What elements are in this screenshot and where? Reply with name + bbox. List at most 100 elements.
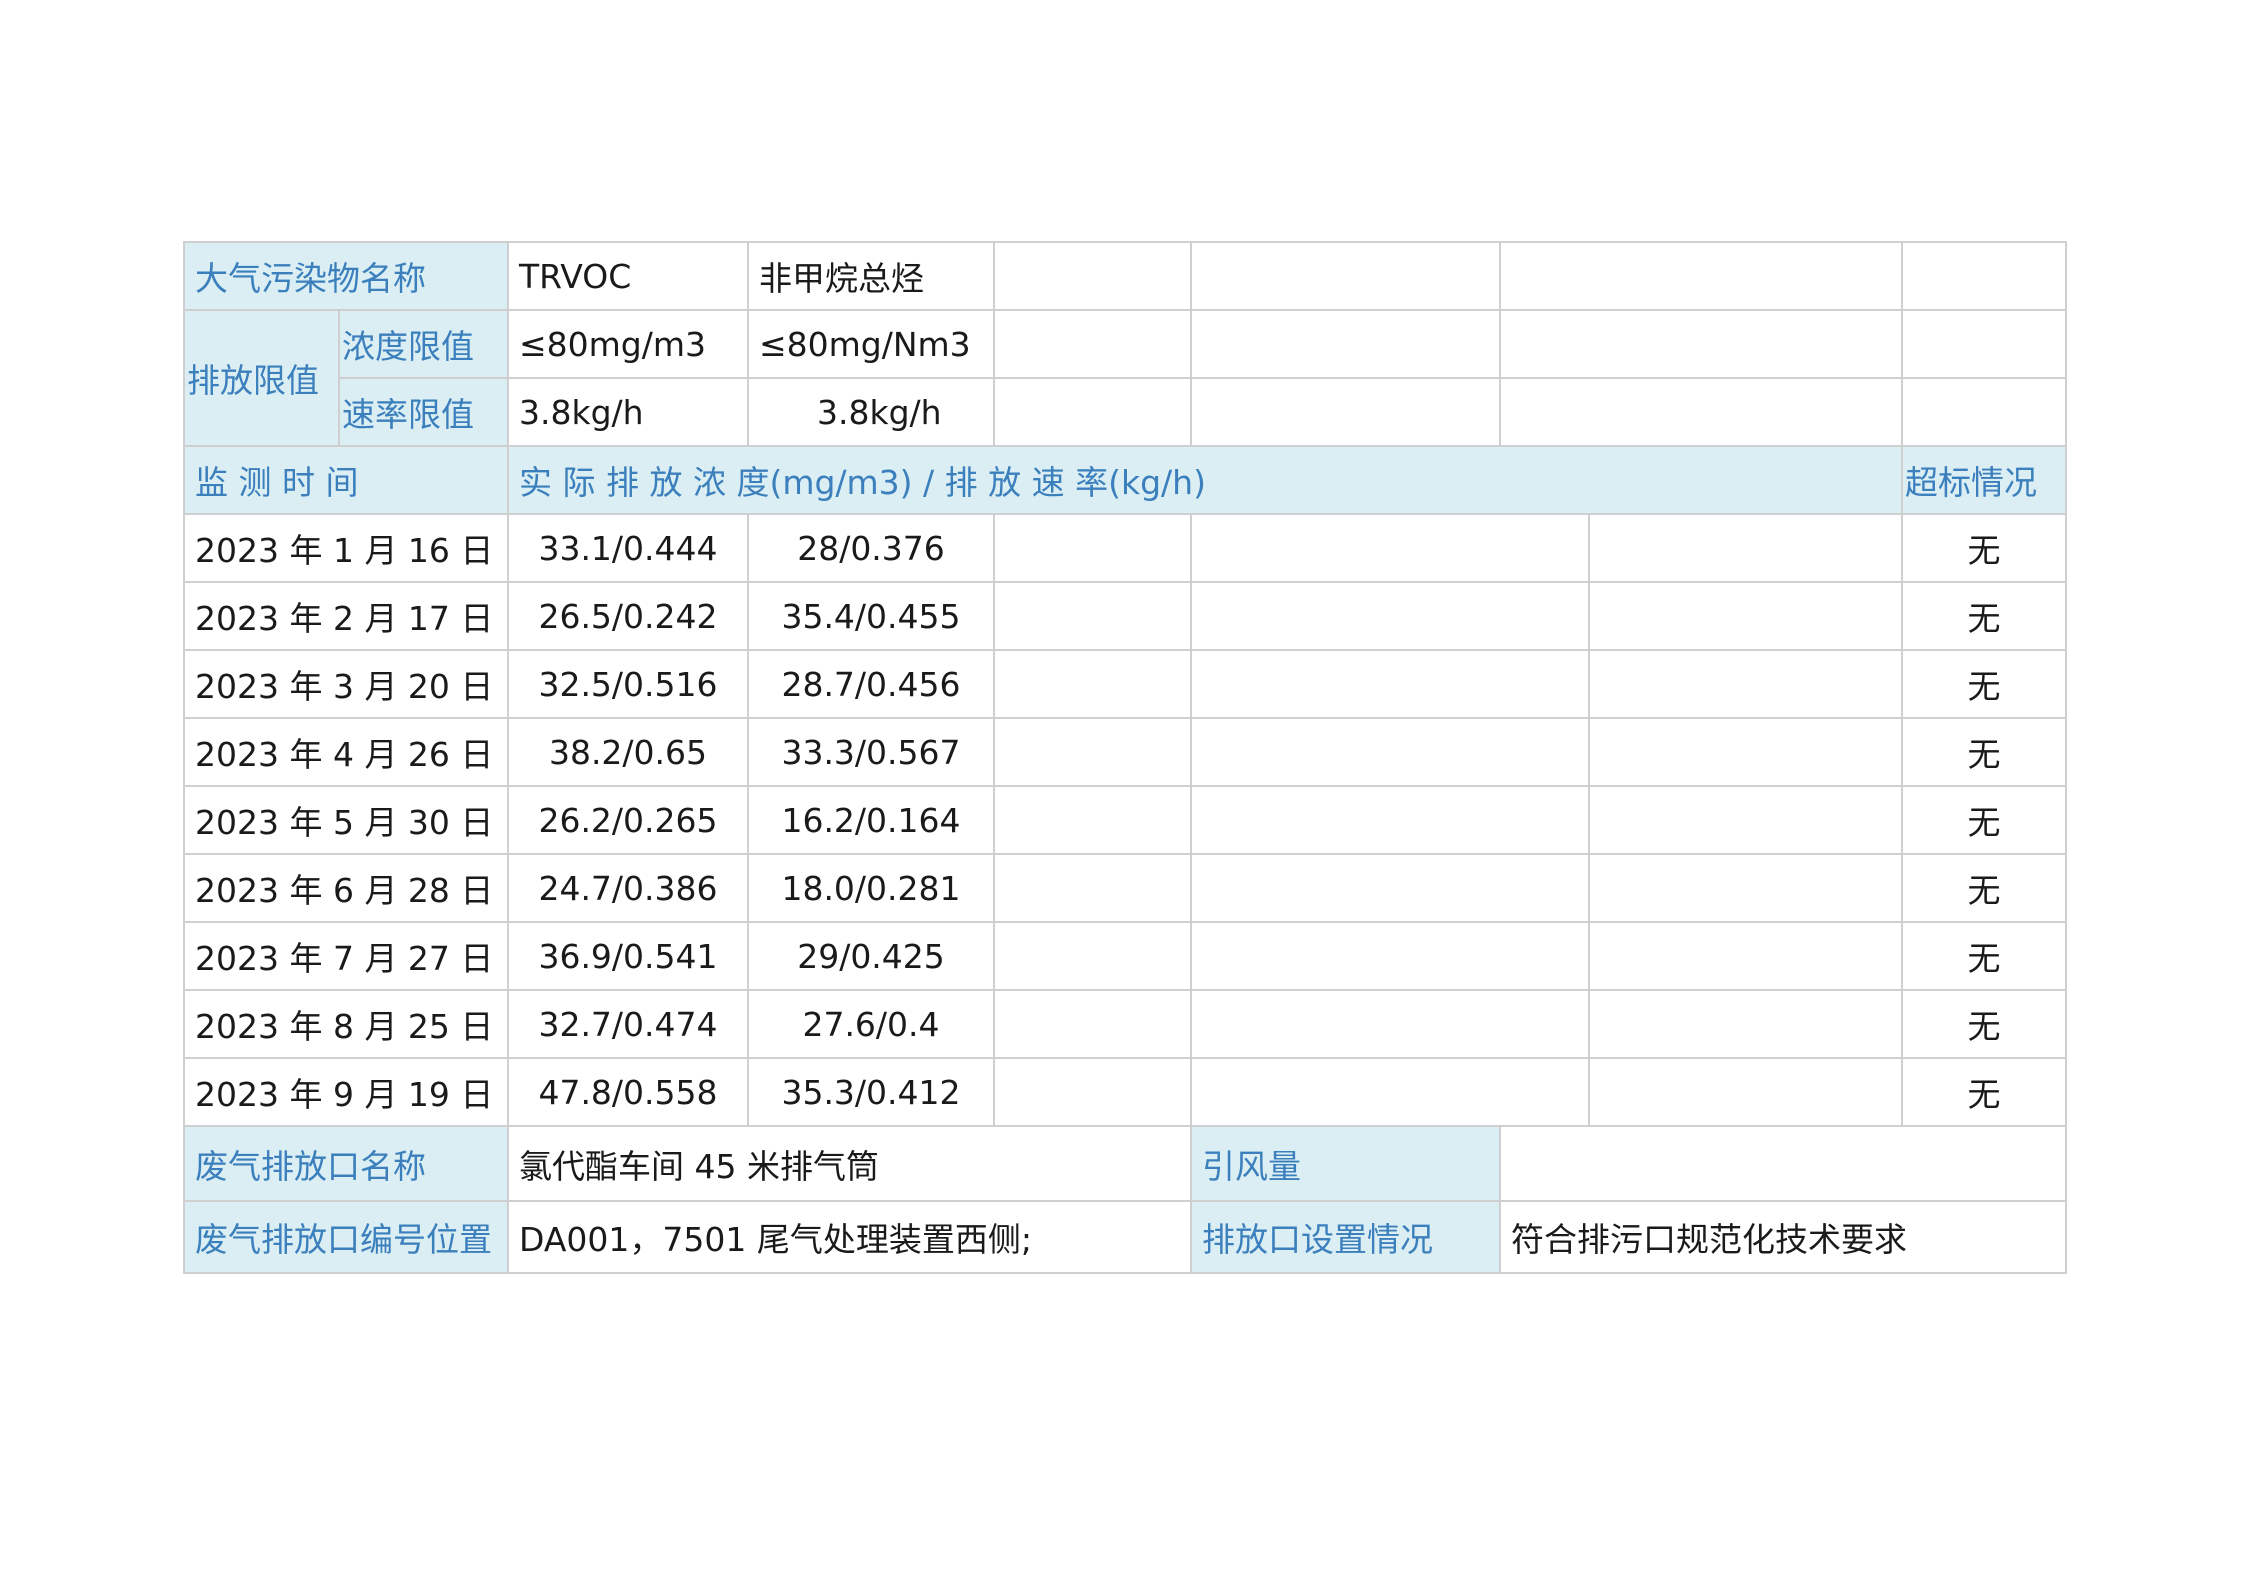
empty-cell — [1190, 785, 1590, 855]
nmhc-value: 33.3/0.567 — [747, 717, 995, 787]
nmhc-value: 35.3/0.412 — [747, 1057, 995, 1127]
nmhc-value: 35.4/0.455 — [747, 581, 995, 651]
table-row: 2023 年 2 月 17 日 26.5/0.242 35.4/0.455 无 — [183, 581, 2067, 651]
trvoc-value: 32.5/0.516 — [507, 649, 749, 719]
nmhc-value: 28.7/0.456 — [747, 649, 995, 719]
empty-cell — [993, 989, 1192, 1059]
monitoring-date: 2023 年 3 月 20 日 — [183, 649, 509, 719]
concentration-limit-1: ≤80mg/m3 — [507, 309, 749, 379]
outlet-name-value: 氯代酯车间 45 米排气筒 — [507, 1125, 1192, 1202]
empty-cell — [1901, 241, 2067, 311]
empty-cell — [1588, 989, 1903, 1059]
empty-cell — [1190, 989, 1590, 1059]
empty-cell — [993, 1057, 1192, 1127]
trvoc-value: 38.2/0.65 — [507, 717, 749, 787]
monitoring-date: 2023 年 7 月 27 日 — [183, 921, 509, 991]
exceed-status: 无 — [1901, 989, 2067, 1059]
nmhc-value: 18.0/0.281 — [747, 853, 995, 923]
trvoc-value: 24.7/0.386 — [507, 853, 749, 923]
nmhc-value: 27.6/0.4 — [747, 989, 995, 1059]
table-row: 2023 年 4 月 26 日 38.2/0.65 33.3/0.567 无 — [183, 717, 2067, 787]
empty-cell — [1190, 513, 1590, 583]
monitoring-date: 2023 年 5 月 30 日 — [183, 785, 509, 855]
rate-limit-2: 3.8kg/h — [747, 377, 995, 447]
pollutant-row: 大气污染物名称 TRVOC 非甲烷总烃 — [183, 241, 2067, 311]
airflow-label: 引风量 — [1190, 1125, 1501, 1202]
emission-limit-label: 排放限值 — [183, 309, 340, 447]
trvoc-value: 36.9/0.541 — [507, 921, 749, 991]
empty-cell — [1190, 309, 1501, 379]
trvoc-value: 26.5/0.242 — [507, 581, 749, 651]
exceed-status: 无 — [1901, 649, 2067, 719]
table-row: 2023 年 3 月 20 日 32.5/0.516 28.7/0.456 无 — [183, 649, 2067, 719]
monitoring-date: 2023 年 8 月 25 日 — [183, 989, 509, 1059]
exceed-status: 无 — [1901, 1057, 2067, 1127]
exceed-status-header: 超标情况 — [1901, 445, 2067, 515]
empty-cell — [1588, 581, 1903, 651]
concentration-limit-label: 浓度限值 — [338, 309, 509, 379]
exceed-status: 无 — [1901, 853, 2067, 923]
outlet-code-label: 废气排放口编号位置 — [183, 1200, 509, 1274]
pollutant-1: TRVOC — [507, 241, 749, 311]
empty-cell — [1901, 377, 2067, 447]
empty-cell — [1499, 377, 1903, 447]
concentration-limit-row: 排放限值 浓度限值 ≤80mg/m3 ≤80mg/Nm3 — [183, 309, 2067, 447]
nmhc-value: 28/0.376 — [747, 513, 995, 583]
empty-cell — [1190, 241, 1501, 311]
concentration-limit-2: ≤80mg/Nm3 — [747, 309, 995, 379]
empty-cell — [1588, 853, 1903, 923]
rate-limit-label: 速率限值 — [338, 377, 509, 447]
outlet-name-row: 废气排放口名称 氯代酯车间 45 米排气筒 引风量 — [183, 1125, 2067, 1202]
pollutant-name-label: 大气污染物名称 — [183, 241, 509, 311]
empty-cell — [993, 853, 1192, 923]
monitoring-date: 2023 年 2 月 17 日 — [183, 581, 509, 651]
monitoring-date: 2023 年 9 月 19 日 — [183, 1057, 509, 1127]
empty-cell — [1588, 785, 1903, 855]
empty-cell — [993, 241, 1192, 311]
exceed-status: 无 — [1901, 513, 2067, 583]
table-row: 2023 年 8 月 25 日 32.7/0.474 27.6/0.4 无 — [183, 989, 2067, 1059]
monitoring-time-header: 监 测 时 间 — [183, 445, 509, 515]
empty-cell — [993, 513, 1192, 583]
monitoring-date: 2023 年 6 月 28 日 — [183, 853, 509, 923]
empty-cell — [1190, 853, 1590, 923]
monitoring-date: 2023 年 4 月 26 日 — [183, 717, 509, 787]
trvoc-value: 26.2/0.265 — [507, 785, 749, 855]
empty-cell — [1190, 649, 1590, 719]
exceed-status: 无 — [1901, 921, 2067, 991]
outlet-setting-label: 排放口设置情况 — [1190, 1200, 1501, 1274]
empty-cell — [1499, 309, 1903, 379]
exceed-status: 无 — [1901, 785, 2067, 855]
empty-cell — [1190, 1057, 1590, 1127]
monitoring-date: 2023 年 1 月 16 日 — [183, 513, 509, 583]
nmhc-value: 16.2/0.164 — [747, 785, 995, 855]
empty-cell — [1901, 309, 2067, 379]
trvoc-value: 33.1/0.444 — [507, 513, 749, 583]
empty-cell — [1499, 241, 1903, 311]
empty-cell — [993, 309, 1192, 379]
table-row: 2023 年 1 月 16 日 33.1/0.444 28/0.376 无 — [183, 513, 2067, 583]
empty-cell — [1190, 921, 1590, 991]
empty-cell — [993, 717, 1192, 787]
empty-cell — [1190, 717, 1590, 787]
empty-cell — [1190, 581, 1590, 651]
table-row: 2023 年 9 月 19 日 47.8/0.558 35.3/0.412 无 — [183, 1057, 2067, 1127]
trvoc-value: 47.8/0.558 — [507, 1057, 749, 1127]
outlet-name-label: 废气排放口名称 — [183, 1125, 509, 1202]
trvoc-value: 32.7/0.474 — [507, 989, 749, 1059]
emission-table: 大气污染物名称 TRVOC 非甲烷总烃 排放限值 浓度限值 ≤80mg/m3 ≤… — [183, 241, 2067, 1274]
table-row: 2023 年 6 月 28 日 24.7/0.386 18.0/0.281 无 — [183, 853, 2067, 923]
empty-cell — [993, 785, 1192, 855]
table-row: 2023 年 5 月 30 日 26.2/0.265 16.2/0.164 无 — [183, 785, 2067, 855]
empty-cell — [1588, 649, 1903, 719]
monitoring-header-row: 监 测 时 间 实 际 排 放 浓 度(mg/m3) / 排 放 速 率(kg/… — [183, 445, 2067, 515]
nmhc-value: 29/0.425 — [747, 921, 995, 991]
empty-cell — [993, 921, 1192, 991]
outlet-code-value: DA001，7501 尾气处理装置西侧; — [507, 1200, 1192, 1274]
airflow-value — [1499, 1125, 2067, 1202]
rate-limit-row: 速率限值 3.8kg/h 3.8kg/h — [184, 377, 2067, 447]
empty-cell — [1588, 513, 1903, 583]
pollutant-2: 非甲烷总烃 — [747, 241, 995, 311]
exceed-status: 无 — [1901, 581, 2067, 651]
empty-cell — [1588, 921, 1903, 991]
